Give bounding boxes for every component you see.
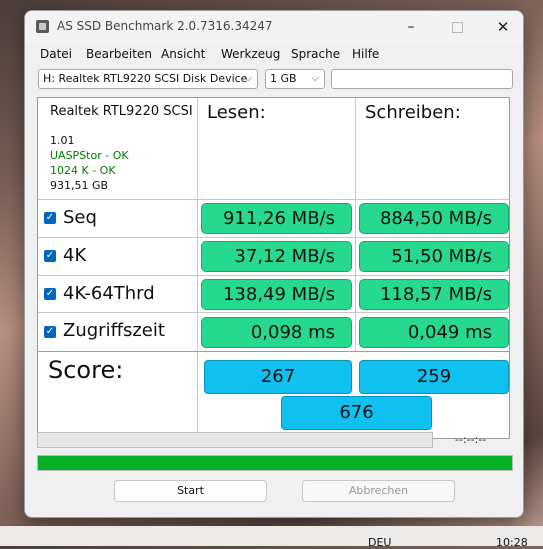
seq-checkbox[interactable]: ✓: [44, 212, 56, 224]
row-label-4k64: 4K-64Thrd: [63, 283, 155, 304]
overall-progress-bar: [37, 455, 513, 471]
read-column-header: Lesen:: [207, 102, 266, 123]
menu-datei[interactable]: Datei: [40, 47, 72, 61]
score-write: 259: [359, 360, 509, 394]
drive-select[interactable]: H: Realtek RTL9220 SCSI Disk Device ⌵: [38, 69, 258, 89]
score-label: Score:: [48, 356, 124, 384]
abort-button[interactable]: Abbrechen: [302, 480, 455, 502]
clock[interactable]: 10:28: [496, 536, 528, 549]
chevron-down-icon: ⌵: [311, 73, 319, 84]
row-label-access-time: Zugriffszeit: [63, 320, 165, 341]
access-time-read-value: 0,098 ms: [201, 317, 352, 348]
chevron-down-icon: ⌵: [244, 73, 252, 84]
device-version: 1.01: [50, 134, 75, 147]
close-button[interactable]: ✕: [492, 16, 514, 38]
menu-werkzeug[interactable]: Werkzeug: [221, 47, 280, 61]
alignment-status: 1024 K - OK: [50, 164, 116, 177]
maximize-icon: [451, 22, 463, 33]
seq-write-value: 884,50 MB/s: [359, 203, 509, 234]
access-time-checkbox[interactable]: ✓: [44, 326, 56, 338]
elapsed-time: --:--:--: [455, 433, 487, 446]
4k64-write-value: 118,57 MB/s: [359, 279, 509, 310]
4k-write-value: 51,50 MB/s: [359, 241, 509, 272]
device-capacity: 931,51 GB: [50, 179, 109, 192]
taskbar: DEU 10:28: [0, 526, 543, 549]
menu-bar: Datei Bearbeiten Ansicht Werkzeug Sprach…: [25, 43, 523, 65]
4k64-read-value: 138,49 MB/s: [201, 279, 352, 310]
4k64-checkbox[interactable]: ✓: [44, 288, 56, 300]
row-label-seq: Seq: [63, 207, 97, 228]
score-total: 676: [281, 396, 432, 430]
row-label-4k: 4K: [63, 245, 87, 266]
size-select-value: 1 GB: [270, 72, 297, 85]
4k-read-value: 37,12 MB/s: [201, 241, 352, 272]
window-title: AS SSD Benchmark 2.0.7316.34247: [57, 19, 273, 33]
menu-ansicht[interactable]: Ansicht: [161, 47, 205, 61]
seq-read-value: 911,26 MB/s: [201, 203, 352, 234]
score-read: 267: [204, 360, 352, 394]
start-button[interactable]: Start: [114, 480, 267, 502]
uasp-status: UASPStor - OK: [50, 149, 129, 162]
title-bar[interactable]: AS SSD Benchmark 2.0.7316.34247 – ✕: [25, 11, 523, 43]
info-field[interactable]: [331, 69, 513, 89]
maximize-button[interactable]: [446, 16, 468, 38]
size-select[interactable]: 1 GB ⌵: [265, 69, 325, 89]
menu-hilfe[interactable]: Hilfe: [352, 47, 379, 61]
4k-checkbox[interactable]: ✓: [44, 250, 56, 262]
minimize-button[interactable]: –: [400, 16, 422, 38]
results-grid: Realtek RTL9220 SCSI 1.01 UASPStor - OK …: [37, 97, 510, 439]
app-icon: [36, 20, 49, 33]
device-name: Realtek RTL9220 SCSI: [50, 104, 193, 119]
access-time-write-value: 0,049 ms: [359, 317, 509, 348]
menu-sprache[interactable]: Sprache: [291, 47, 340, 61]
test-progress-bar: [37, 432, 433, 448]
keyboard-layout-indicator[interactable]: DEU: [368, 536, 391, 549]
write-column-header: Schreiben:: [365, 102, 461, 123]
menu-bearbeiten[interactable]: Bearbeiten: [86, 47, 152, 61]
app-window: AS SSD Benchmark 2.0.7316.34247 – ✕ Date…: [24, 10, 524, 518]
overall-progress-fill: [38, 456, 512, 470]
drive-select-value: H: Realtek RTL9220 SCSI Disk Device: [43, 72, 248, 85]
